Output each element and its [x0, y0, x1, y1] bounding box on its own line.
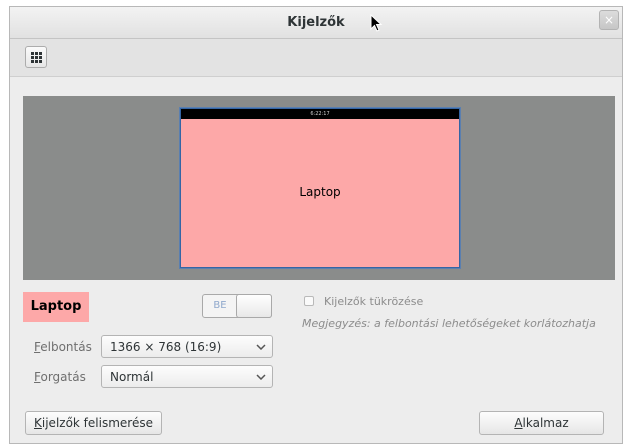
- detect-label: ijelzők felismerése: [41, 416, 153, 430]
- switch-knob[interactable]: [236, 294, 272, 318]
- rotation-label-text: orgatás: [40, 370, 86, 384]
- mirror-label: Kijelzők tükrözése: [324, 295, 424, 308]
- display-name-badge: Laptop: [23, 292, 89, 322]
- resolution-note: Megjegyzés: a felbontási lehetőségeket k…: [302, 317, 596, 330]
- apply-mnemonic: A: [514, 416, 523, 430]
- close-icon: ×: [603, 13, 615, 27]
- detect-mnemonic: K: [34, 416, 42, 430]
- rotation-value: Normál: [110, 370, 154, 384]
- monitor-preview[interactable]: 6:22:17 Laptop: [180, 108, 460, 268]
- power-switch[interactable]: BE: [202, 294, 272, 318]
- grid-icon: [31, 52, 42, 63]
- resolution-label: Felbontás: [34, 340, 92, 354]
- resolution-combo[interactable]: 1366 × 768 (16:9): [101, 335, 273, 358]
- all-settings-button[interactable]: [25, 46, 47, 68]
- rotation-combo[interactable]: Normál: [101, 365, 273, 388]
- resolution-label-text: elbontás: [40, 340, 92, 354]
- monitor-topbar: 6:22:17: [181, 109, 459, 119]
- switch-label: BE: [213, 300, 227, 311]
- mouse-cursor-icon: [370, 14, 383, 32]
- toolbar: [10, 39, 622, 77]
- display-arrangement-canvas[interactable]: 6:22:17 Laptop: [23, 96, 615, 280]
- close-button[interactable]: ×: [599, 10, 619, 30]
- resolution-value: 1366 × 768 (16:9): [110, 340, 222, 354]
- titlebar: Kijelzők ×: [10, 7, 622, 39]
- monitor-label: Laptop: [299, 185, 341, 199]
- rotation-label: Forgatás: [34, 370, 86, 384]
- apply-button[interactable]: Alkalmaz: [479, 411, 604, 435]
- apply-label: lkalmaz: [522, 416, 569, 430]
- chevron-down-icon: [256, 344, 266, 350]
- window-title: Kijelzők: [287, 15, 345, 30]
- chevron-down-icon: [256, 374, 266, 380]
- mirror-checkbox[interactable]: [304, 296, 314, 306]
- detect-displays-button[interactable]: Kijelzők felismerése: [25, 411, 162, 435]
- displays-window: Kijelzők × 6:22:17 Laptop Laptop BE Kije…: [9, 6, 623, 444]
